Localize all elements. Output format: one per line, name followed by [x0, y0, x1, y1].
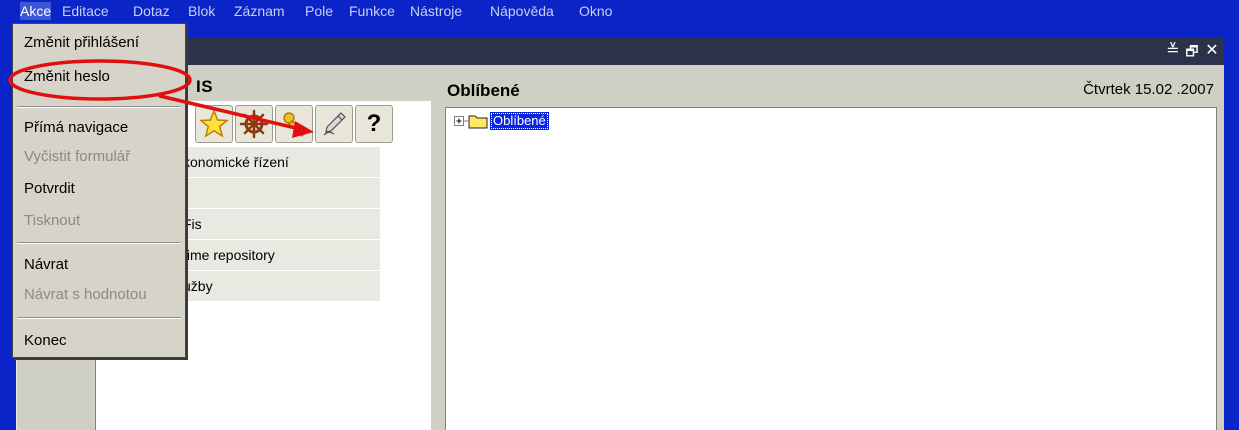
menu-napoveda[interactable]: Nápověda [490, 2, 554, 20]
navigation-button[interactable] [235, 105, 273, 143]
application-frame: Akce Editace Dotaz Blok Záznam Pole Funk… [0, 0, 1239, 430]
akce-dropdown-menu: Změnit přihlášení Změnit heslo Přímá nav… [12, 23, 186, 358]
menu-dotaz[interactable]: Dotaz [133, 2, 170, 20]
date-label: Čtvrtek 15.02 .2007 [1083, 81, 1214, 98]
menu-item-konec[interactable]: Konec [24, 329, 67, 353]
menu-blok[interactable]: Blok [188, 2, 215, 20]
menu-editace[interactable]: Editace [62, 2, 109, 20]
menu-pole[interactable]: Pole [305, 2, 333, 20]
menu-separator [17, 242, 181, 244]
menu-item-zmenit-heslo[interactable]: Změnit heslo [24, 65, 110, 89]
right-panel-title: Oblíbené [447, 81, 520, 100]
menu-separator [17, 317, 181, 319]
help-button[interactable]: ? [355, 105, 393, 143]
menu-separator [17, 106, 181, 108]
helm-icon [239, 109, 269, 139]
tree-node-favorites[interactable]: Oblíbené [454, 111, 549, 131]
menu-item-navrat[interactable]: Návrat [24, 253, 68, 277]
inner-window: ≚ 🗗 ✕ IS ? konomické řízení Fis time rep… [16, 37, 1224, 430]
restore-icon[interactable]: 🗗 [1183, 41, 1201, 61]
minimize-icon[interactable]: ≚ [1164, 41, 1182, 61]
password-button[interactable] [275, 105, 313, 143]
pen-icon [323, 112, 346, 136]
menu-okno[interactable]: Okno [579, 2, 612, 20]
menu-item-tisknout: Tisknout [24, 212, 81, 229]
menu-nastroje[interactable]: Nástroje [410, 2, 462, 20]
edit-button[interactable] [315, 105, 353, 143]
star-icon [199, 109, 229, 138]
menu-funkce[interactable]: Funkce [349, 2, 395, 20]
menu-item-potvrdit[interactable]: Potvrdit [24, 177, 75, 201]
key-icon [283, 112, 306, 137]
expand-icon[interactable] [454, 114, 468, 128]
menu-item-zmenit-prihlaseni[interactable]: Změnit přihlášení [24, 31, 139, 55]
menubar: Akce Editace Dotaz Blok Záznam Pole Funk… [16, 0, 1224, 22]
tree-node-label[interactable]: Oblíbené [490, 112, 549, 130]
left-panel-title: IS [196, 77, 214, 96]
menu-zaznam[interactable]: Záznam [234, 2, 285, 20]
help-icon: ? [366, 110, 382, 137]
folder-icon [468, 115, 488, 129]
favorites-tree: Oblíbené [445, 107, 1217, 430]
right-panel: Oblíbené Čtvrtek 15.02 .2007 Oblíbené [431, 65, 1224, 430]
menu-akce[interactable]: Akce [20, 2, 52, 20]
close-icon[interactable]: ✕ [1203, 41, 1221, 61]
window-titlebar: ≚ 🗗 ✕ [17, 37, 1224, 65]
menu-item-prima-navigace[interactable]: Přímá navigace [24, 116, 128, 140]
menu-item-navrat-s-hodnotou: Návrat s hodnotou [24, 286, 147, 303]
favorites-button[interactable] [195, 105, 233, 143]
menu-item-vycistit-formular: Vyčistit formulář [24, 148, 131, 165]
